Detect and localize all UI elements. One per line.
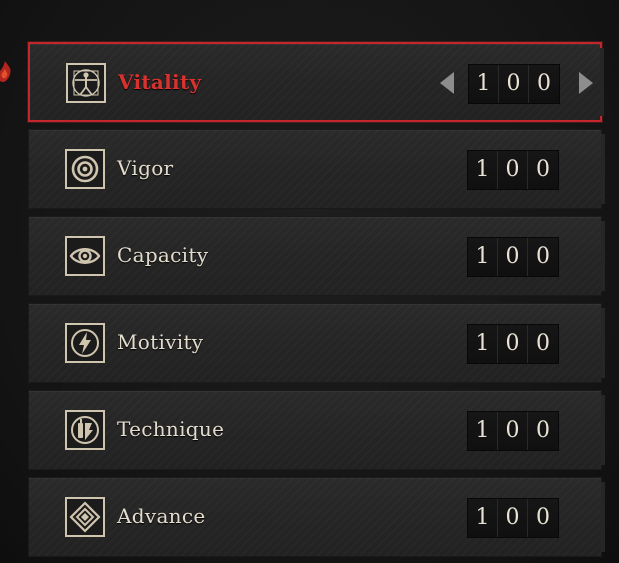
stat-value-digits: 1 0 0 [467,498,559,538]
stat-digit: 0 [498,412,528,450]
stat-label: Motivity [117,330,204,354]
stat-row-capacity[interactable]: Capacity 1 0 0 [28,216,605,296]
stat-digit: 0 [498,325,528,363]
stat-row-motivity[interactable]: Motivity 1 0 0 [28,303,605,383]
stat-digit: 0 [498,238,528,276]
stat-digit: 1 [468,238,498,276]
stat-value-digits: 1 0 0 [468,64,560,104]
decrease-arrow-icon[interactable] [440,72,454,94]
stat-row-vitality[interactable]: Vitality 1 0 0 [28,42,604,122]
stat-digit: 1 [469,65,499,103]
stat-label: Technique [117,417,225,441]
vitruvian-man-icon [66,63,106,103]
stat-value-digits: 1 0 0 [467,150,559,190]
lightning-bolt-icon [65,323,105,363]
eye-icon [65,236,105,276]
stat-digit: 0 [528,151,558,189]
stat-digit: 1 [468,151,498,189]
stat-value-digits: 1 0 0 [467,324,559,364]
stat-allocation-screen: Vitality 1 0 0 Vigor 1 0 0 Capacity 1 0 … [0,0,619,563]
stat-value-digits: 1 0 0 [467,411,559,451]
stat-label: Vigor [117,156,174,180]
stat-digit: 0 [498,151,528,189]
stat-row-advance[interactable]: Advance 1 0 0 [28,477,605,557]
stat-digit: 1 [468,325,498,363]
increase-arrow-icon[interactable] [579,72,593,94]
stat-digit: 0 [529,65,559,103]
diamond-sigil-icon [65,497,105,537]
stat-value-digits: 1 0 0 [467,237,559,277]
stat-digit: 1 [468,499,498,537]
stat-label: Advance [117,504,206,528]
stat-digit: 0 [528,412,558,450]
stat-digit: 0 [528,238,558,276]
stat-digit: 0 [528,325,558,363]
stat-label: Vitality [118,70,202,94]
stat-list: Vitality 1 0 0 Vigor 1 0 0 Capacity 1 0 … [28,42,605,563]
stat-digit: 1 [468,412,498,450]
stat-digit: 0 [528,499,558,537]
hand-gear-icon [65,410,105,450]
stat-digit: 0 [498,499,528,537]
ember-icon [0,61,11,82]
stat-row-technique[interactable]: Technique 1 0 0 [28,390,605,470]
stat-label: Capacity [117,243,209,267]
stat-digit: 0 [499,65,529,103]
target-ring-icon [65,149,105,189]
stat-row-vigor[interactable]: Vigor 1 0 0 [28,129,605,209]
